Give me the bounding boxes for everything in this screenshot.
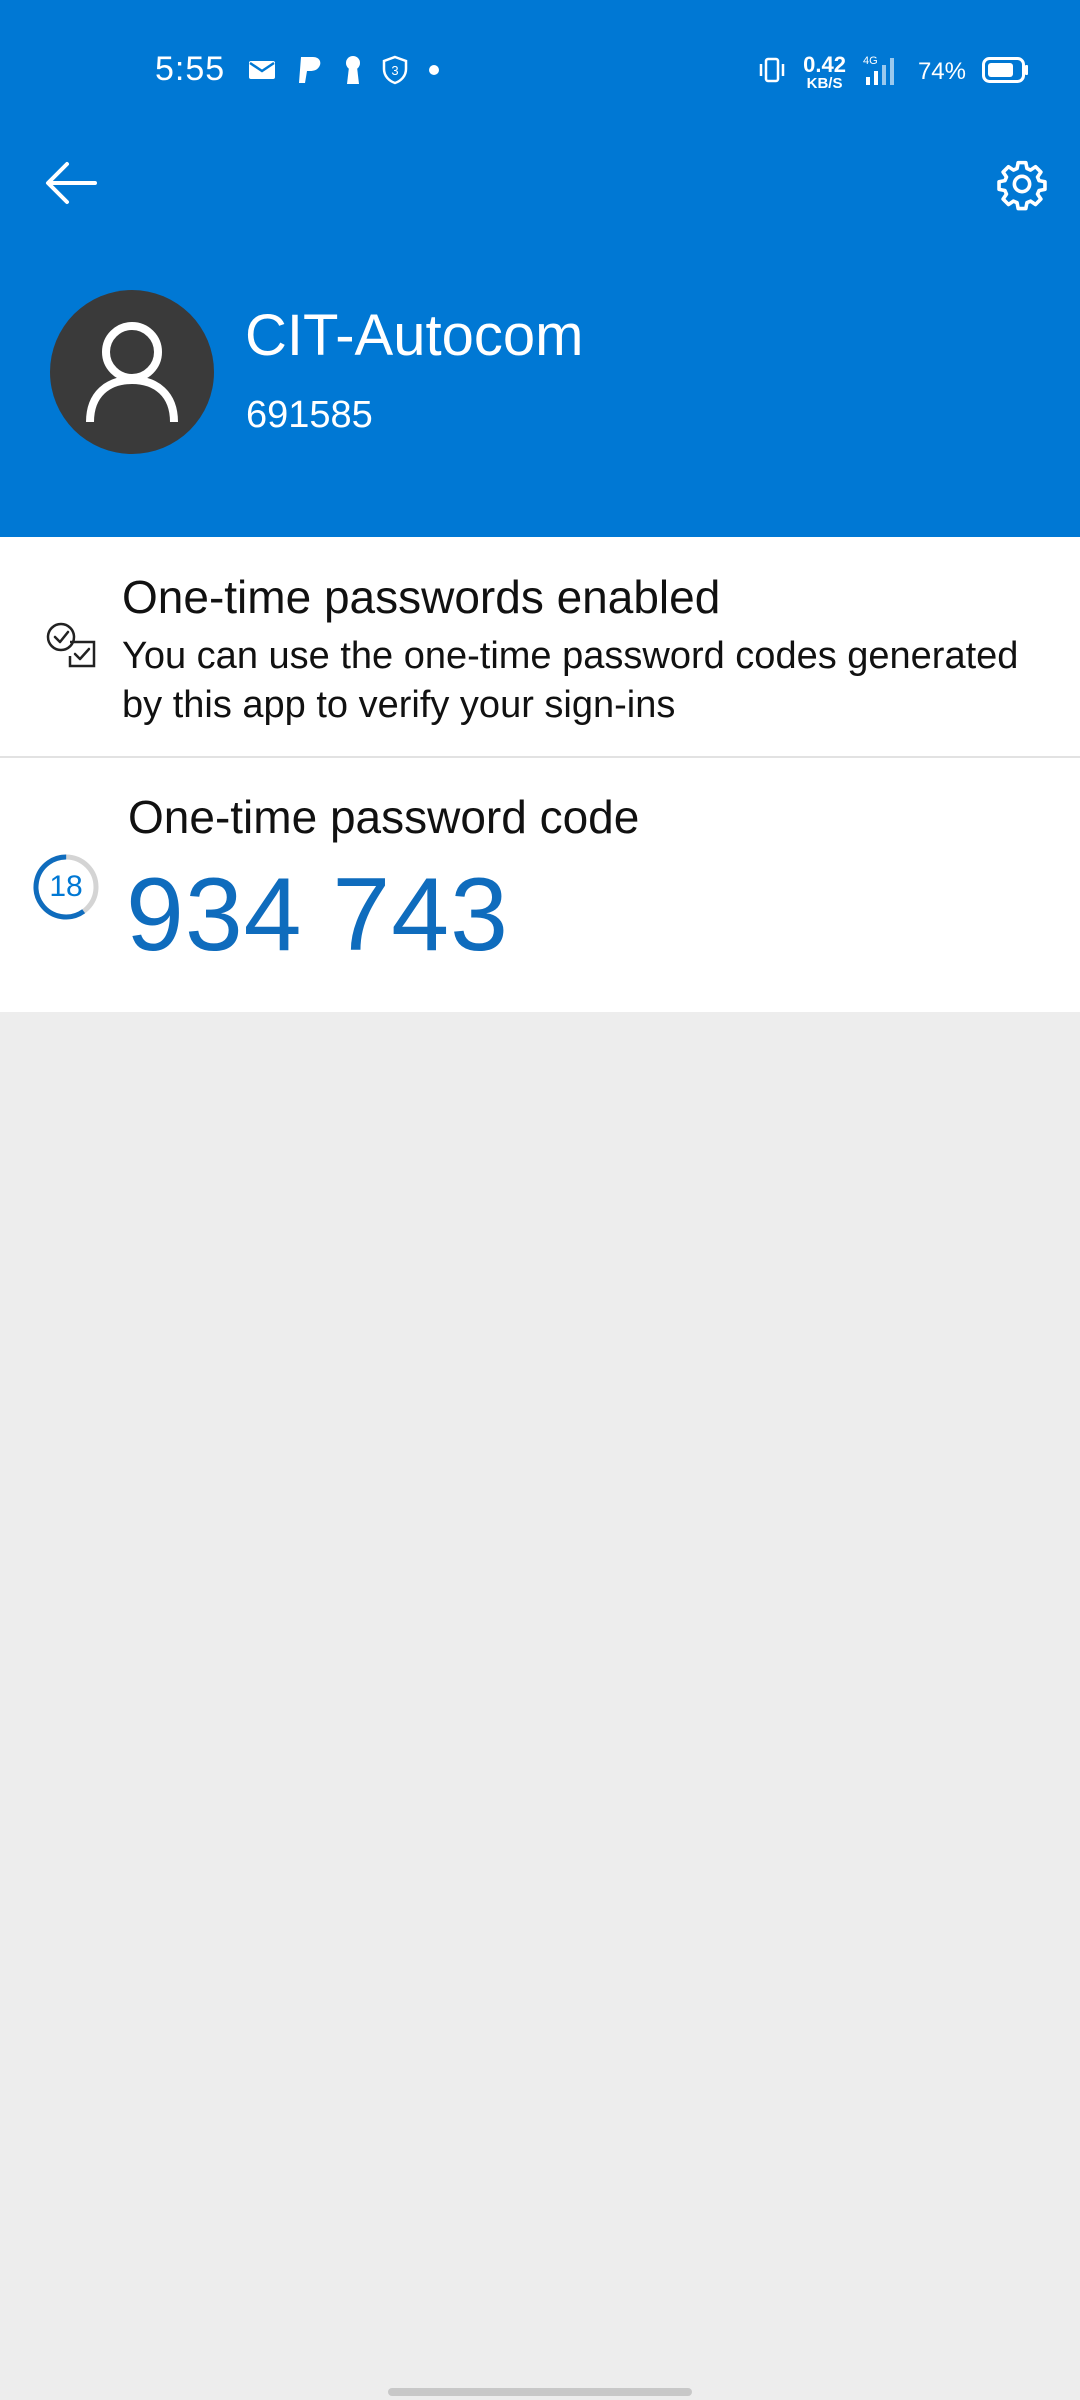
home-indicator[interactable] [388, 2388, 692, 2396]
paypal-icon [296, 55, 324, 90]
otp-checklist-icon [44, 620, 98, 674]
app-screen: 5:55 3 0.42 KB/S 4G 74% CIT-Autocom 6915… [0, 0, 1080, 2400]
shield-3-icon: 3 [382, 55, 408, 90]
back-arrow-icon [46, 162, 97, 204]
mail-icon [248, 59, 276, 86]
net-speed: 0.42 KB/S [803, 51, 846, 92]
account-id: 691585 [246, 394, 373, 436]
settings-button[interactable] [984, 146, 1060, 222]
keyhole-icon [344, 55, 362, 90]
network-type-label: 4G [863, 55, 878, 67]
svg-text:3: 3 [391, 63, 398, 78]
net-speed-unit: KB/S [806, 74, 843, 92]
otp-enabled-description: You can use the one-time password codes … [122, 635, 1019, 726]
battery-icon [982, 56, 1030, 88]
account-header: 5:55 3 0.42 KB/S 4G 74% CIT-Autocom 6915… [0, 0, 1080, 537]
battery-percent: 74% [917, 58, 966, 85]
vibrate-icon [757, 55, 787, 90]
otp-enabled-title: One-time passwords enabled [122, 571, 721, 623]
signal-icon: 4G [862, 53, 902, 92]
status-time: 5:55 [155, 50, 226, 88]
status-right: 0.42 KB/S 4G 74% [757, 50, 1030, 94]
dot-icon [428, 63, 440, 81]
otp-code-value[interactable]: 934 743 [126, 856, 509, 975]
gear-icon [997, 160, 1047, 211]
account-name: CIT-Autocom [245, 303, 584, 368]
back-button[interactable] [36, 148, 106, 218]
notification-icons: 3 [248, 52, 440, 92]
status-bar: 5:55 3 0.42 KB/S 4G 74% [0, 0, 1080, 140]
avatar [50, 290, 214, 454]
otp-code-title: One-time password code [128, 791, 640, 843]
net-speed-value: 0.42 [803, 51, 846, 77]
user-icon [86, 322, 178, 423]
countdown-seconds: 18 [49, 870, 83, 903]
